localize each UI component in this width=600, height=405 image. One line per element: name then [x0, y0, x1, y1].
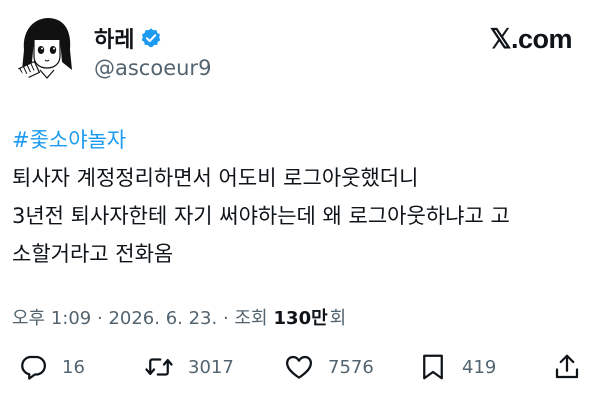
reply-icon [21, 355, 46, 380]
reply-button[interactable]: 16 [18, 352, 85, 382]
heart-icon [286, 355, 312, 379]
tweet-time[interactable]: 오후 1:09 [12, 304, 91, 330]
bookmark-count: 419 [462, 356, 497, 378]
share-button[interactable] [552, 352, 582, 382]
tweet-date[interactable]: 2026. 6. 23. [108, 308, 217, 329]
tweet-text-line: 소할거라고 전화옴 [12, 242, 174, 266]
views-unit: 회 [329, 308, 347, 329]
x-logo: 𝕏.com [489, 24, 573, 54]
verified-badge-icon [142, 28, 161, 48]
meta-separator: · [217, 308, 235, 329]
retweet-button[interactable]: 3017 [144, 352, 234, 382]
retweet-icon [145, 358, 173, 376]
share-icon [555, 354, 579, 379]
tweet-text-line: 3년전 퇴사자한테 자기 써야하는데 왜 로그아웃하냐고 고 [12, 204, 510, 228]
hashtag-link[interactable]: #좇소야놀자 [12, 124, 588, 156]
views-count: 130만 [273, 308, 328, 329]
tweet-body: #좇소야놀자 퇴사자 계정정리하면서 어도비 로그아웃했더니 3년전 퇴사자한테… [12, 124, 588, 273]
action-bar: 16 3017 7576 419 [18, 352, 586, 392]
bookmark-icon [423, 354, 443, 380]
retweet-count: 3017 [188, 356, 234, 378]
bookmark-button[interactable]: 419 [418, 352, 496, 382]
author-handle[interactable]: @ascoeur9 [94, 56, 211, 80]
like-button[interactable]: 7576 [284, 352, 374, 382]
avatar-illustration [10, 10, 82, 82]
meta-separator: · [91, 308, 109, 329]
tweet-meta: 오후 1:09 · 2026. 6. 23. · 조회 130만 회 [12, 304, 346, 330]
like-count: 7576 [328, 356, 374, 378]
reply-count: 16 [62, 356, 85, 378]
author-name-row[interactable]: 하레 [94, 22, 162, 54]
views-label: 조회 [234, 308, 268, 329]
avatar[interactable] [10, 10, 82, 82]
display-name[interactable]: 하레 [94, 22, 134, 54]
tweet-text-line: 퇴사자 계정정리하면서 어도비 로그아웃했더니 [12, 166, 419, 190]
